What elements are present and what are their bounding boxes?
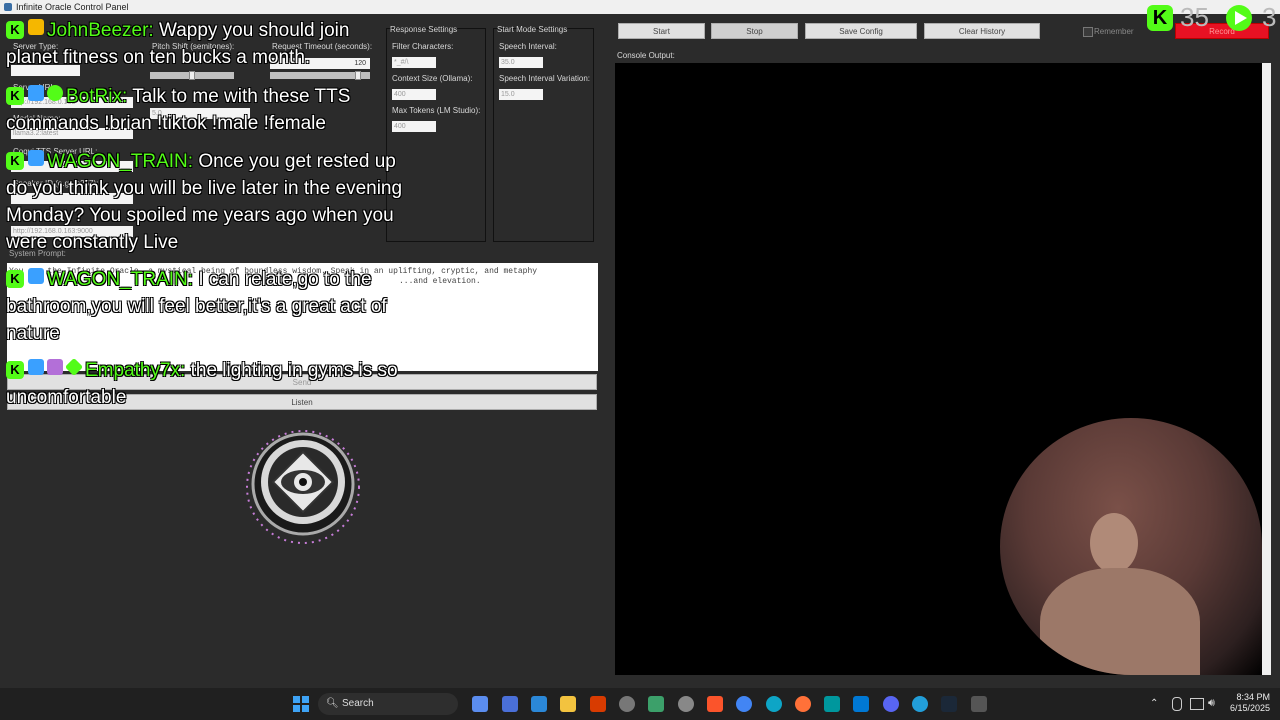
- play-icon: [1226, 5, 1252, 31]
- viewer-count: 35: [1180, 2, 1209, 32]
- kick-badge-icon: K: [6, 87, 24, 105]
- tray-chevron-icon[interactable]: ⌃: [1150, 698, 1158, 709]
- kick-logo-icon: K: [1147, 5, 1173, 31]
- brave-icon[interactable]: [707, 696, 723, 712]
- search-icon: 🔍︎: [326, 698, 339, 709]
- app-icon-2[interactable]: [531, 696, 547, 712]
- request-timeout-slider[interactable]: [270, 71, 370, 80]
- app-icon-3[interactable]: [590, 696, 606, 712]
- sword-icon: [28, 359, 44, 375]
- edge-icon[interactable]: [766, 696, 782, 712]
- gem-icon: [64, 357, 84, 377]
- crown-icon: [28, 19, 44, 35]
- pitch-shift-slider[interactable]: [150, 71, 234, 80]
- kick-badge-icon: K: [6, 21, 24, 39]
- task-view-icon[interactable]: [472, 696, 488, 712]
- app-icon-6[interactable]: [678, 696, 694, 712]
- speech-interval-field[interactable]: 35.0: [499, 57, 543, 68]
- speech-interval-variation-field[interactable]: 15.0: [499, 89, 543, 100]
- app-icon-1[interactable]: [502, 696, 518, 712]
- window-titlebar: Infinite Oracle Control Panel: [0, 0, 1280, 14]
- sword-icon: [28, 85, 44, 101]
- extra-count: 3: [1262, 2, 1277, 32]
- chat-message: K WAGON_TRAIN: I can relate,go to the bat…: [6, 266, 406, 347]
- person-body: [1040, 568, 1200, 675]
- verified-icon: [47, 85, 63, 101]
- app-icon-5[interactable]: [648, 696, 664, 712]
- firefox-icon[interactable]: [795, 696, 811, 712]
- speech-interval-variation-label: Speech Interval Variation:: [499, 74, 591, 83]
- chat-username: JohnBeezer:: [47, 20, 154, 41]
- clear-history-button[interactable]: Clear History: [924, 23, 1040, 39]
- app-icon: [4, 3, 12, 11]
- telegram-icon[interactable]: [912, 696, 928, 712]
- subscriber-icon: [28, 268, 44, 284]
- slider-thumb[interactable]: [355, 71, 361, 80]
- clock[interactable]: 8:34 PM 6/15/2025: [1222, 692, 1270, 714]
- console-scrollbar[interactable]: [1262, 63, 1271, 675]
- vscode-icon[interactable]: [853, 696, 869, 712]
- app-icon-4[interactable]: [619, 696, 635, 712]
- save-config-button[interactable]: Save Config: [805, 23, 917, 39]
- app-icon-7[interactable]: [824, 696, 840, 712]
- remember-checkbox[interactable]: [1083, 27, 1093, 37]
- speech-interval-label: Speech Interval:: [499, 42, 557, 51]
- window-title: Infinite Oracle Control Panel: [16, 2, 129, 12]
- kick-badge-icon: K: [6, 270, 24, 288]
- start-button[interactable]: Start: [618, 23, 705, 39]
- remember-label: Remember: [1094, 27, 1134, 36]
- chat-username: WAGON_TRAIN:: [47, 269, 194, 290]
- clock-time: 8:34 PM: [1236, 692, 1270, 702]
- stop-button[interactable]: Stop: [711, 23, 798, 39]
- chat-message: K Empathy7x: the lighting in gyms is so u…: [6, 357, 406, 411]
- microphone-icon[interactable]: [1172, 697, 1182, 711]
- windows-start-icon[interactable]: [293, 696, 309, 712]
- oracle-eye-icon: [246, 430, 360, 544]
- chrome-icon[interactable]: [736, 696, 752, 712]
- slider-thumb[interactable]: [189, 71, 195, 80]
- search-label: Search: [342, 698, 374, 709]
- kick-badge-icon: K: [6, 361, 24, 379]
- volume-icon[interactable]: 🔊︎: [1208, 697, 1215, 710]
- kick-badge-icon: K: [6, 152, 24, 170]
- discord-icon[interactable]: [883, 696, 899, 712]
- oracle-logo: [244, 428, 362, 546]
- console-output-label: Console Output:: [617, 51, 675, 60]
- webcam-overlay: [1000, 418, 1262, 675]
- chat-username: WAGON_TRAIN:: [47, 151, 194, 172]
- context-size-label: Context Size (Ollama):: [392, 74, 473, 83]
- start-mode-title: Start Mode Settings: [497, 25, 568, 34]
- subscriber-icon: [28, 150, 44, 166]
- steam-icon[interactable]: [941, 696, 957, 712]
- clock-date: 6/15/2025: [1229, 703, 1270, 713]
- taskbar: [0, 688, 1280, 720]
- file-explorer-icon[interactable]: [560, 696, 576, 712]
- chat-message: K JohnBeezer: Wappy you should join plane…: [6, 17, 406, 71]
- chat-message: K BotRix: Talk to me with these TTS comma…: [6, 83, 406, 137]
- gift-icon: [47, 359, 63, 375]
- taskbar-search[interactable]: 🔍︎ Search: [318, 693, 458, 715]
- chat-username: Empathy7x:: [85, 360, 186, 381]
- chat-message: K WAGON_TRAIN: Once you get rested up do …: [6, 148, 406, 256]
- python-app-icon[interactable]: [971, 696, 987, 712]
- network-icon[interactable]: [1190, 698, 1204, 710]
- person-head: [1090, 513, 1138, 573]
- chat-username: BotRix:: [66, 86, 128, 107]
